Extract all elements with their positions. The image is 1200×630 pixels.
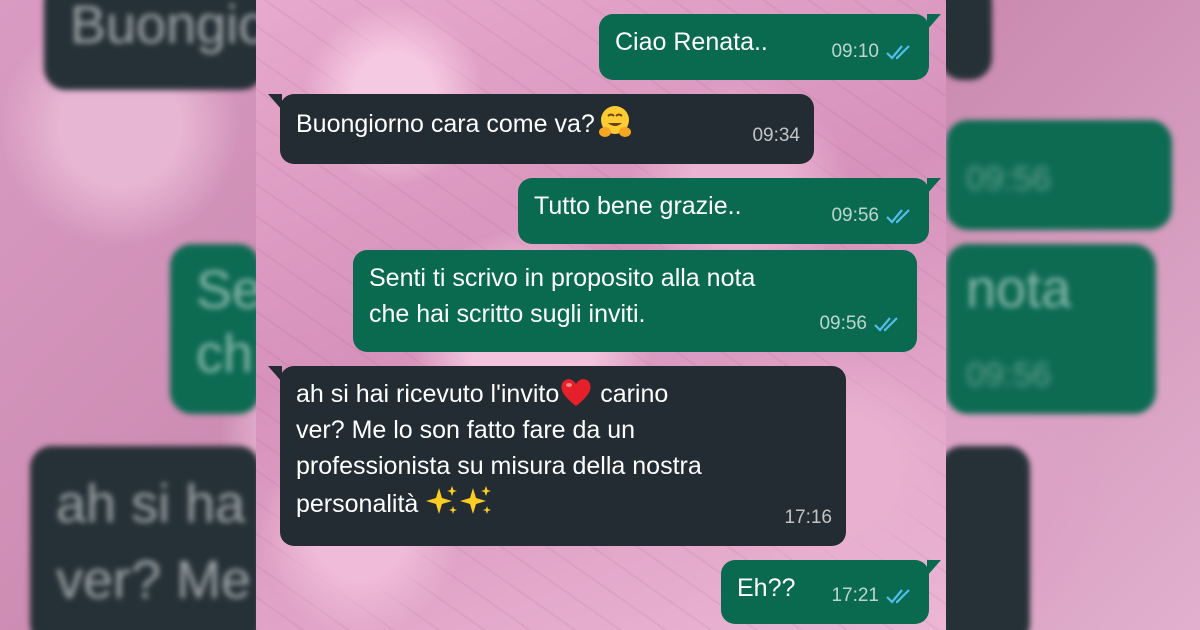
message-text-line: ver? Me lo son fatto fare da un <box>296 416 636 444</box>
ghost-bubble-top-right <box>940 0 992 80</box>
double-check-icon <box>886 209 910 224</box>
message-text: Tutto bene grazie.. <box>534 192 742 220</box>
ghost-text: Se <box>196 260 260 320</box>
ghost-bubble-right-top: 09:56 <box>946 120 1172 230</box>
sparkles-emoji-icon <box>426 486 458 514</box>
message-meta: 17:16 <box>784 500 832 536</box>
message-time: 09:10 <box>831 41 879 62</box>
ghost-bubble-bottom-right <box>940 446 1030 630</box>
message-bubble-outgoing[interactable]: Tutto bene grazie.. 09:56 <box>518 178 941 244</box>
message-time: 09:56 <box>819 313 867 334</box>
message-meta: 09:56 <box>831 198 915 234</box>
message-time: 09:34 <box>752 125 800 146</box>
message-meta: 09:56 <box>819 306 903 342</box>
message-text-line: Senti ti scrivo in proposito alla nota <box>369 264 756 292</box>
ghost-bubble-left-mid: Se ch <box>170 244 260 414</box>
ghost-time: 09:56 <box>966 160 1052 198</box>
ghost-text: ah si ha <box>56 474 246 534</box>
double-check-icon <box>874 317 898 332</box>
message-text: Ciao Renata.. <box>615 28 768 56</box>
ghost-text: ch <box>196 324 254 384</box>
double-check-icon <box>886 589 910 604</box>
chat-panel: Ciao Renata.. 09:10 Buongiorno cara come… <box>256 0 946 630</box>
hugging-face-emoji-icon <box>598 106 631 137</box>
message-meta: 09:10 <box>831 34 915 70</box>
message-time: 09:56 <box>831 205 879 226</box>
message-time: 17:16 <box>784 507 832 528</box>
message-bubble-incoming[interactable]: Buongiorno cara come va? 09:34 <box>268 94 814 164</box>
ghost-bubble-top-left: Buongio <box>44 0 264 90</box>
message-bubble-incoming[interactable]: ah si hai ricevuto l'invito carino ver? … <box>268 366 846 546</box>
sparkles-emoji-icon <box>460 486 492 514</box>
ghost-text: Buongio <box>70 0 264 55</box>
message-text: ah si hai ricevuto l'invito <box>296 380 560 408</box>
message-text: carino <box>600 380 669 408</box>
message-text-line: professionista su misura della nostra <box>296 452 702 480</box>
message-time: 17:21 <box>831 585 879 606</box>
ghost-bubble-right-mid: nota 09:56 <box>946 244 1156 414</box>
message-bubble-outgoing[interactable]: Eh?? 17:21 <box>721 560 941 624</box>
message-bubble-outgoing[interactable]: Ciao Renata.. 09:10 <box>599 14 941 80</box>
ghost-time: 09:56 <box>966 356 1052 394</box>
message-text-line: personalità <box>296 484 830 522</box>
message-bubble-outgoing[interactable]: Senti ti scrivo in proposito alla nota c… <box>353 250 917 352</box>
message-text-line: ah si hai ricevuto l'invito carino <box>296 376 830 412</box>
message-text: personalità <box>296 490 419 518</box>
message-meta: 17:21 <box>831 578 915 614</box>
double-check-icon <box>886 45 910 60</box>
ghost-bubble-bottom-left: ah si ha ver? Me <box>30 446 260 630</box>
ghost-text: nota <box>966 259 1072 319</box>
ghost-text: ver? Me <box>56 550 252 610</box>
red-heart-emoji-icon <box>561 379 591 406</box>
message-text: Buongiorno cara come va? <box>296 110 595 138</box>
message-meta: 09:34 <box>752 118 800 154</box>
message-text: Eh?? <box>737 574 796 602</box>
